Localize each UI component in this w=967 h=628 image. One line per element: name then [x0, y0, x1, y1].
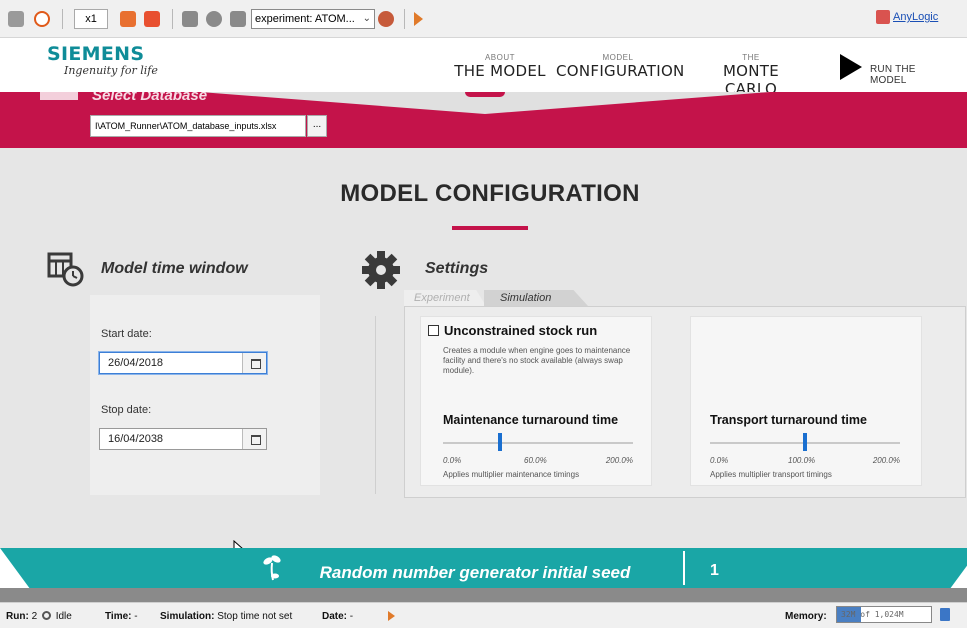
experiment-select-value: experiment: ATOM... — [255, 13, 355, 25]
camera-icon[interactable] — [182, 11, 198, 27]
date-status: Date: - — [322, 611, 353, 622]
clock-icon[interactable] — [34, 11, 50, 27]
maintenance-slider-track[interactable] — [443, 442, 633, 444]
run-model-button[interactable]: RUN THE MODEL — [840, 54, 950, 86]
calendar-clock-icon — [47, 252, 84, 287]
maintenance-slider-title: Maintenance turnaround time — [443, 413, 619, 427]
speed-up-icon[interactable] — [120, 11, 136, 27]
experiment-select[interactable]: experiment: ATOM... ⌄ — [251, 9, 375, 29]
trash-icon[interactable] — [940, 608, 950, 621]
toolbar-separator — [172, 9, 173, 29]
date-label: Date: — [322, 611, 348, 622]
stop-date-value: 16/04/2038 — [108, 433, 164, 445]
maintenance-slider-thumb[interactable] — [498, 433, 502, 451]
unconstrained-stock-description: Creates a module when engine goes to mai… — [443, 346, 631, 375]
anylogic-link[interactable]: AnyLogic — [893, 11, 938, 23]
stop-date-field[interactable]: 16/04/2038 — [99, 428, 267, 450]
toolbar-separator — [404, 9, 405, 29]
seed-value-field[interactable]: 1 — [710, 562, 719, 580]
memory-label: Memory: — [785, 611, 827, 622]
nav-small-label: ABOUT — [484, 53, 516, 62]
tick-label: 0.0% — [710, 456, 729, 465]
time-status: Time: - — [105, 611, 138, 622]
transport-slider-thumb[interactable] — [803, 433, 807, 451]
run-model-label: RUN THE MODEL — [870, 64, 916, 86]
time-label: Time: — [105, 611, 132, 622]
calendar-icon[interactable] — [242, 353, 266, 373]
tick-label: 200.0% — [872, 456, 900, 465]
maintenance-slider-description: Applies multiplier maintenance timings — [443, 470, 580, 479]
experiment-icon[interactable] — [378, 11, 394, 27]
time-window-panel — [90, 295, 320, 495]
title-underline — [452, 226, 528, 230]
tab-experiment[interactable]: Experiment — [404, 290, 486, 306]
nav-small-label: MODEL — [602, 53, 634, 62]
speed-down-icon[interactable] — [144, 11, 160, 27]
tick-label: 100.0% — [788, 456, 816, 465]
simulation-value: Stop time not set — [217, 611, 293, 622]
date-value: - — [349, 611, 354, 622]
transport-slider-title: Transport turnaround time — [710, 413, 867, 427]
idle-icon — [41, 611, 51, 620]
unconstrained-stock-checkbox[interactable] — [428, 325, 439, 336]
play-icon[interactable] — [388, 611, 395, 621]
layout-icon[interactable] — [8, 11, 24, 27]
nav-model-configuration[interactable]: MODEL CONFIGURATION — [556, 53, 685, 80]
seed-label: Random number generator initial seed — [319, 563, 631, 582]
tick-label: 200.0% — [605, 456, 633, 465]
toolbar: x1 experiment: ATOM... ⌄ AnyLogic — [0, 0, 967, 38]
step-icon[interactable] — [206, 11, 222, 27]
section-divider — [375, 316, 376, 494]
tick-label: 60.0% — [524, 456, 547, 465]
settings-heading: Settings — [425, 260, 489, 277]
database-browse-button[interactable]: ... — [307, 115, 327, 137]
nav-label: THE MODEL — [454, 62, 546, 80]
nav-indicator-notch — [465, 92, 505, 97]
memory-label-text: Memory: — [785, 611, 827, 622]
brand-tagline: Ingenuity for life — [64, 64, 158, 77]
tick-label: 0.0% — [443, 456, 462, 465]
simulation-label: Simulation: — [160, 611, 215, 622]
time-value: - — [134, 611, 138, 622]
gear-icon — [362, 251, 400, 289]
anylogic-logo-icon — [876, 10, 890, 24]
database-icon — [40, 92, 78, 100]
database-title: Select Database — [92, 87, 208, 104]
nav-about-model[interactable]: ABOUT THE MODEL — [446, 53, 554, 80]
nav-label: CONFIGURATION — [556, 62, 685, 80]
toolbar-separator — [62, 9, 63, 29]
time-window-heading: Model time window — [101, 260, 248, 277]
memory-value: 32M of 1,024M — [841, 610, 904, 619]
page-title: MODEL CONFIGURATION — [340, 180, 640, 207]
start-date-value: 26/04/2018 — [108, 357, 164, 369]
nav-small-label: THE — [742, 53, 760, 62]
calendar-icon[interactable] — [242, 429, 266, 449]
run-label: Run: — [6, 611, 29, 622]
run-status: Run: 2 Idle — [6, 611, 72, 622]
status-bar: Run: 2 Idle Time: - Simulation: Stop tim… — [0, 602, 967, 628]
unconstrained-stock-label[interactable]: Unconstrained stock run — [444, 323, 597, 338]
start-date-field[interactable]: 26/04/2018 — [99, 352, 267, 374]
brand-logo: SIEMENS — [47, 43, 145, 65]
memory-bar: 32M of 1,024M — [836, 606, 932, 623]
play-icon[interactable] — [414, 12, 423, 26]
run-state: Idle — [55, 611, 72, 622]
seed-divider — [683, 551, 685, 585]
play-icon — [840, 54, 862, 80]
database-path-input[interactable]: I\ATOM_Runner\ATOM_database_inputs.xlsx — [90, 115, 306, 137]
transport-slider-description: Applies multiplier transport timings — [710, 470, 832, 479]
scroll-strip — [0, 588, 967, 602]
tab-simulation[interactable]: Simulation — [484, 290, 588, 306]
simulation-status: Simulation: Stop time not set — [160, 611, 292, 622]
speed-field[interactable]: x1 — [74, 9, 108, 29]
db-icon[interactable] — [230, 11, 246, 27]
stop-date-label: Stop date: — [101, 404, 152, 416]
start-date-label: Start date: — [101, 328, 152, 340]
chevron-down-icon: ⌄ — [362, 13, 371, 24]
run-value: 2 — [31, 611, 38, 622]
